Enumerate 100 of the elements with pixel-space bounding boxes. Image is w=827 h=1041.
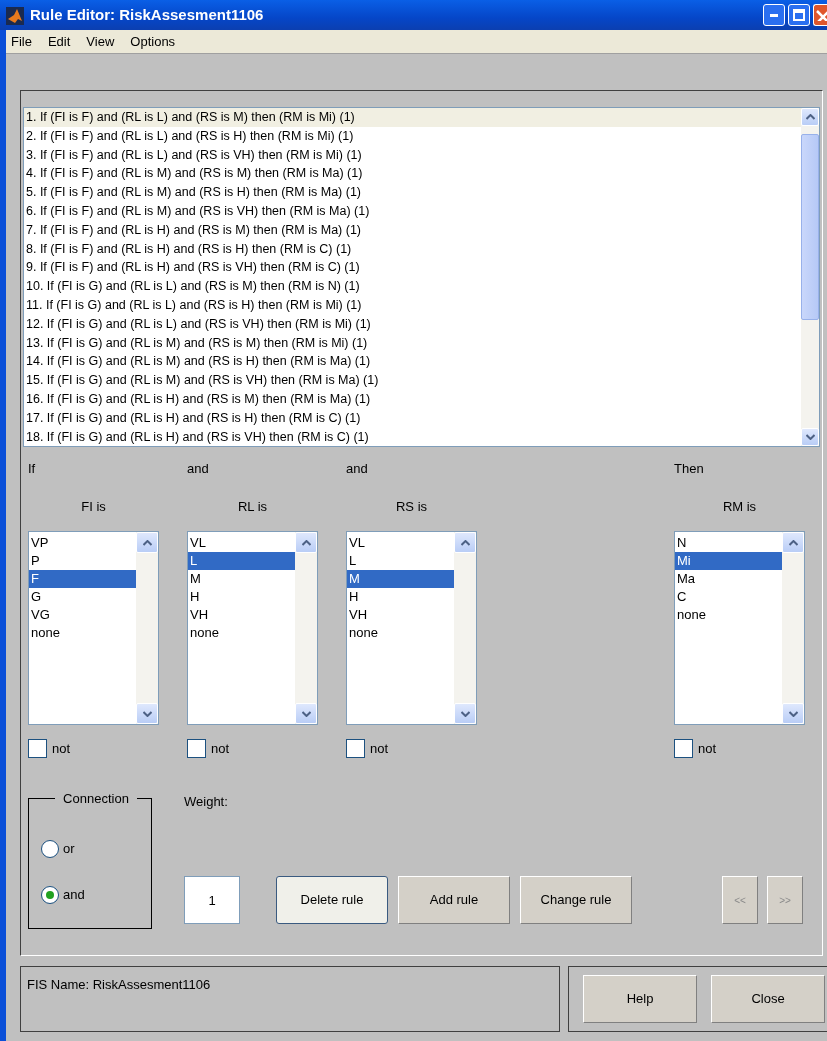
- menu-item[interactable]: View: [85, 31, 116, 52]
- scroll-up-button[interactable]: [295, 532, 317, 553]
- scroll-up-button[interactable]: [782, 532, 804, 553]
- radio-label: or: [63, 840, 75, 859]
- scrollbar[interactable]: [782, 532, 804, 724]
- term-option[interactable]: G: [29, 588, 136, 606]
- weight-label: Weight:: [184, 792, 229, 811]
- scroll-up-button[interactable]: [454, 532, 476, 553]
- scroll-down-button[interactable]: [801, 428, 819, 446]
- term-option[interactable]: L: [188, 552, 295, 570]
- not-checkbox[interactable]: [346, 739, 365, 759]
- rule-item[interactable]: 13. If (FI is G) and (RL is M) and (RS is M) then (RM is Mi) (1): [24, 333, 801, 353]
- close-button[interactable]: [813, 4, 827, 26]
- rule-item[interactable]: 17. If (FI is G) and (RL is H) and (RS is H) then (RM is C) (1): [24, 408, 801, 428]
- term-option[interactable]: VP: [29, 534, 136, 552]
- not-checkbox[interactable]: [674, 739, 693, 759]
- scroll-down-button[interactable]: [295, 703, 317, 724]
- rule-item[interactable]: 3. If (FI is F) and (RL is L) and (RS is VH) then (RM is Mi) (1): [24, 145, 801, 165]
- scroll-down-button[interactable]: [782, 703, 804, 724]
- term-option[interactable]: none: [188, 624, 295, 642]
- menu-item[interactable]: Edit: [46, 31, 72, 52]
- menu-item[interactable]: Options: [129, 31, 177, 52]
- menu-item[interactable]: File: [10, 31, 33, 52]
- action-button[interactable]: Delete rule: [276, 876, 388, 924]
- variable-label: FI is: [80, 498, 107, 516]
- term-option[interactable]: L: [347, 552, 454, 570]
- action-button[interactable]: Change rule: [520, 876, 632, 924]
- term-option[interactable]: C: [675, 588, 782, 606]
- scrollbar[interactable]: [801, 108, 819, 446]
- term-option[interactable]: none: [347, 624, 454, 642]
- term-listbox[interactable]: VP P F G VG none: [28, 531, 159, 725]
- term-option[interactable]: N: [675, 534, 782, 552]
- rule-item[interactable]: 6. If (FI is F) and (RL is M) and (RS is VH) then (RM is Ma) (1): [24, 202, 801, 221]
- scroll-thumb[interactable]: [801, 134, 819, 320]
- term-listbox[interactable]: N Mi Ma C none: [674, 531, 805, 725]
- term-option[interactable]: VL: [347, 534, 454, 552]
- rule-item[interactable]: 11. If (FI is G) and (RL is L) and (RS is H) then (RM is Mi) (1): [24, 295, 801, 315]
- term-option[interactable]: H: [188, 588, 295, 606]
- checkbox-label: not: [370, 740, 389, 758]
- app-logo-icon: [6, 5, 24, 25]
- rule-item[interactable]: 1. If (FI is F) and (RL is L) and (RS is M) then (RM is Mi) (1): [24, 108, 801, 127]
- term-option[interactable]: F: [29, 570, 136, 588]
- term-option[interactable]: H: [347, 588, 454, 606]
- term-listbox[interactable]: VL L M H VH none: [187, 531, 318, 725]
- rule-item[interactable]: 12. If (FI is G) and (RL is L) and (RS is VH) then (RM is Mi) (1): [24, 314, 801, 334]
- group-title: Connection: [62, 789, 130, 808]
- checkbox-label: not: [211, 740, 230, 758]
- minimize-icon: [769, 13, 778, 17]
- connective-label: and: [346, 460, 369, 478]
- rule-item[interactable]: 18. If (FI is G) and (RL is H) and (RS is VH) then (RM is C) (1): [24, 427, 801, 446]
- radio-label: and: [63, 886, 85, 905]
- rule-item[interactable]: 16. If (FI is G) and (RL is H) and (RS is M) then (RM is Ma) (1): [24, 389, 801, 409]
- term-option[interactable]: M: [188, 570, 295, 588]
- maximize-icon: [792, 9, 805, 21]
- maximize-button[interactable]: [787, 4, 810, 26]
- connective-label: and: [187, 460, 210, 478]
- term-listbox[interactable]: VL L M H VH none: [346, 531, 477, 725]
- not-checkbox[interactable]: [28, 739, 47, 759]
- scrollbar[interactable]: [295, 532, 317, 724]
- rule-item[interactable]: 2. If (FI is F) and (RL is L) and (RS is H) then (RM is Mi) (1): [24, 126, 801, 146]
- action-button[interactable]: Add rule: [398, 876, 510, 924]
- term-option[interactable]: M: [347, 570, 454, 588]
- weight-field[interactable]: 1: [184, 876, 240, 924]
- term-option[interactable]: Ma: [675, 570, 782, 588]
- footer-button[interactable]: Close: [711, 975, 825, 1023]
- rule-item[interactable]: 9. If (FI is F) and (RL is H) and (RS is VH) then (RM is C) (1): [24, 258, 801, 278]
- term-option[interactable]: Mi: [675, 552, 782, 570]
- variable-label: RL is: [236, 498, 269, 516]
- footer-button[interactable]: Help: [583, 975, 697, 1023]
- term-option[interactable]: none: [675, 606, 782, 624]
- rule-item[interactable]: 15. If (FI is G) and (RL is M) and (RS is VH) then (RM is Ma) (1): [24, 371, 801, 390]
- scroll-down-button[interactable]: [454, 703, 476, 724]
- radio-button[interactable]: [41, 886, 59, 904]
- minimize-button[interactable]: [762, 4, 785, 26]
- term-option[interactable]: none: [29, 624, 136, 642]
- checkbox-label: not: [698, 740, 717, 758]
- rule-item[interactable]: 14. If (FI is G) and (RL is M) and (RS is H) then (RM is Ma) (1): [24, 352, 801, 372]
- rule-item[interactable]: 5. If (FI is F) and (RL is M) and (RS is H) then (RM is Ma) (1): [24, 183, 801, 202]
- rule-list[interactable]: [23, 107, 820, 447]
- not-checkbox[interactable]: [187, 739, 206, 759]
- term-option[interactable]: VG: [29, 606, 136, 624]
- scrollbar[interactable]: [454, 532, 476, 724]
- rule-item[interactable]: 8. If (FI is F) and (RL is H) and (RS is H) then (RM is C) (1): [24, 239, 801, 259]
- term-option[interactable]: VL: [188, 534, 295, 552]
- scrollbar[interactable]: [136, 532, 158, 724]
- rule-item[interactable]: 7. If (FI is F) and (RL is H) and (RS is M) then (RM is Ma) (1): [24, 220, 801, 240]
- radio-button[interactable]: [41, 840, 59, 858]
- term-option[interactable]: P: [29, 552, 136, 570]
- rule-item[interactable]: 10. If (FI is G) and (RL is L) and (RS is M) then (RM is N) (1): [24, 277, 801, 296]
- close-icon: [814, 9, 827, 21]
- variable-label: RM is: [721, 498, 758, 516]
- checkbox-label: not: [52, 740, 71, 758]
- term-option[interactable]: VH: [188, 606, 295, 624]
- status-text: FIS Name: RiskAssesment1106: [27, 977, 211, 992]
- connective-label: Then: [674, 460, 705, 478]
- rule-item[interactable]: 4. If (FI is F) and (RL is M) and (RS is M) then (RM is Ma) (1): [24, 164, 801, 184]
- scroll-up-button[interactable]: [136, 532, 158, 553]
- scroll-down-button[interactable]: [136, 703, 158, 724]
- scroll-up-button[interactable]: [801, 108, 819, 126]
- term-option[interactable]: VH: [347, 606, 454, 624]
